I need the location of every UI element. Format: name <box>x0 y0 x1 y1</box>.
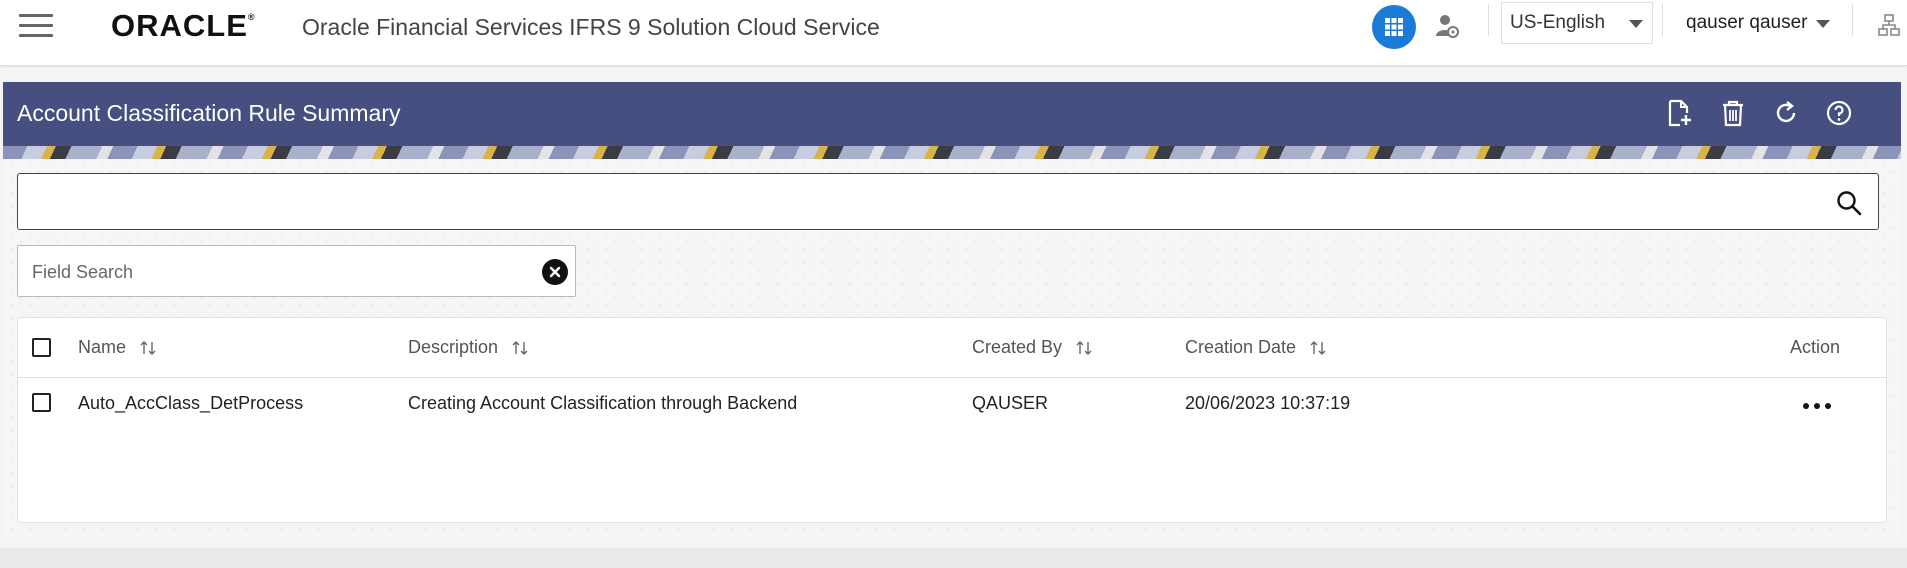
menu-icon[interactable] <box>19 14 53 40</box>
table-row[interactable]: Auto_AccClass_DetProcess Creating Accoun… <box>18 378 1886 434</box>
column-header-created-by[interactable]: Created By <box>972 337 1092 358</box>
cell-name[interactable]: Auto_AccClass_DetProcess <box>78 393 303 414</box>
footer-strip <box>0 548 1907 568</box>
delete-icon <box>1723 100 1743 127</box>
column-header-description[interactable]: Description <box>408 337 528 358</box>
cell-description: Creating Account Classification through … <box>408 393 798 413</box>
top-header: ORACLE® Oracle Financial Services IFRS 9… <box>0 0 1907 66</box>
search-input[interactable] <box>30 188 1820 216</box>
column-label: Name <box>78 337 127 357</box>
search-icon[interactable] <box>1836 190 1862 216</box>
cell-creation-date: 20/06/2023 10:37:19 <box>1185 393 1351 413</box>
column-label: Creation Date <box>1185 337 1297 357</box>
add-icon <box>1668 99 1691 127</box>
user-menu[interactable]: qauser qauser <box>1686 12 1807 34</box>
field-search-input[interactable] <box>32 258 512 286</box>
column-header-action: Action <box>1790 337 1840 358</box>
language-select[interactable]: US-English <box>1501 2 1653 44</box>
language-value: US-English <box>1510 12 1606 33</box>
user-name: qauser qauser <box>1686 12 1808 33</box>
sort-icon[interactable] <box>1076 340 1092 356</box>
close-icon <box>549 266 561 278</box>
divider <box>1488 4 1489 36</box>
help-button[interactable] <box>1823 97 1855 129</box>
column-header-creation-date[interactable]: Creation Date <box>1185 337 1326 358</box>
apps-grid-icon <box>1385 18 1403 36</box>
select-all-checkbox[interactable] <box>32 338 51 357</box>
divider <box>1852 4 1853 36</box>
column-label: Action <box>1790 337 1841 357</box>
add-button[interactable] <box>1664 97 1696 129</box>
column-label: Description <box>408 337 499 357</box>
summary-panel: Account Classification Rule Summary Fiel… <box>3 82 1901 538</box>
field-search-box[interactable] <box>17 245 576 297</box>
cell-created-by: QAUSER <box>972 393 1049 413</box>
sort-icon[interactable] <box>140 340 156 356</box>
page-title: Account Classification Rule Summary <box>17 100 401 126</box>
decorative-banner <box>3 146 1901 159</box>
search-box[interactable] <box>17 173 1879 230</box>
sort-icon[interactable] <box>1310 340 1326 356</box>
table-header: Name Description Created By Creation Dat… <box>18 318 1886 378</box>
chevron-down-icon <box>1629 20 1643 28</box>
logo-text: ORACLE <box>111 8 248 43</box>
row-checkbox[interactable] <box>32 393 51 412</box>
rules-table: Name Description Created By Creation Dat… <box>17 317 1887 523</box>
chevron-down-icon[interactable] <box>1816 20 1830 28</box>
user-settings-icon[interactable] <box>1434 13 1460 39</box>
more-actions-icon[interactable] <box>1803 403 1831 409</box>
refresh-button[interactable] <box>1770 97 1802 129</box>
help-icon <box>1826 100 1852 126</box>
clear-button[interactable] <box>542 259 568 285</box>
divider <box>1662 4 1663 36</box>
column-label: Created By <box>972 337 1063 357</box>
sort-icon[interactable] <box>512 340 528 356</box>
column-header-name[interactable]: Name <box>78 337 156 358</box>
apps-grid-button[interactable] <box>1372 5 1416 49</box>
title-bar: Account Classification Rule Summary <box>3 82 1901 146</box>
oracle-logo: ORACLE® <box>111 8 256 43</box>
refresh-icon <box>1776 101 1796 123</box>
hierarchy-icon[interactable] <box>1878 14 1900 36</box>
app-title: Oracle Financial Services IFRS 9 Solutio… <box>302 14 880 40</box>
delete-button[interactable] <box>1717 97 1749 129</box>
